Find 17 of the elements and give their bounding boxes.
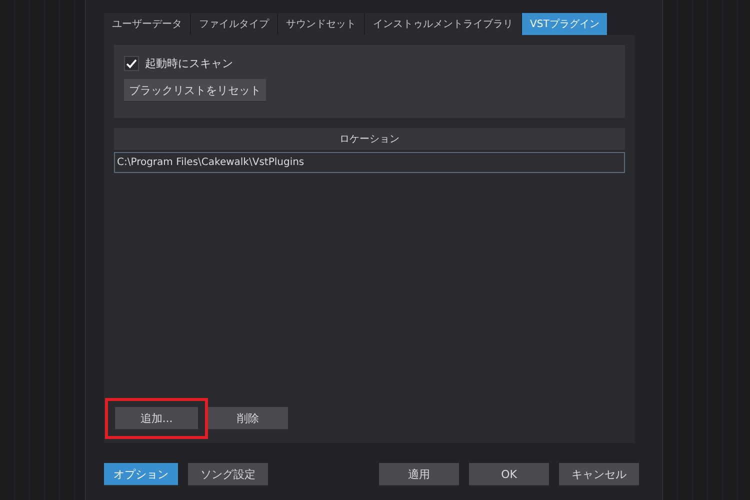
tab[interactable]: ファイルタイプ xyxy=(191,13,278,35)
footer-button[interactable]: キャンセル xyxy=(559,463,639,486)
checkbox-label: 起動時にスキャン xyxy=(145,56,233,71)
location-row[interactable]: C:\Program Files\Cakewalk\VstPlugins xyxy=(114,152,625,173)
checkbox[interactable] xyxy=(124,56,139,71)
footer-button[interactable]: オプション xyxy=(104,463,178,486)
tab[interactable]: VSTプラグイン xyxy=(522,13,608,35)
reset-blacklist-button[interactable]: ブラックリストをリセット xyxy=(124,79,266,102)
footer-button[interactable]: 適用 xyxy=(379,463,459,486)
tab[interactable]: インストゥルメントライブラリ xyxy=(365,13,522,35)
footer-button[interactable]: ソング設定 xyxy=(188,463,268,486)
tab[interactable]: ユーザーデータ xyxy=(104,13,191,35)
tab[interactable]: サウンドセット xyxy=(278,13,365,35)
remove-button[interactable]: 削除 xyxy=(208,407,288,430)
footer-button[interactable]: OK xyxy=(469,463,549,486)
add-button[interactable]: 追加... xyxy=(115,407,198,430)
column-header: ロケーション xyxy=(114,128,625,150)
